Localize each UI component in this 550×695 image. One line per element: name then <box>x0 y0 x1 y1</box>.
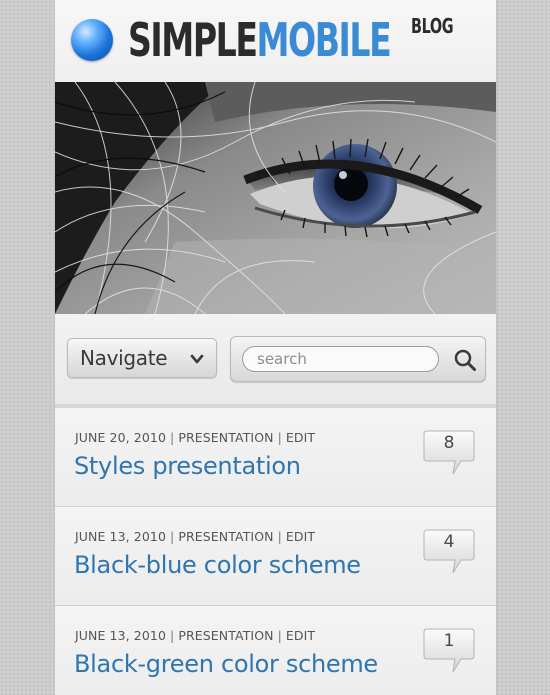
site-header: SIMPLEMOBILE BLOG <box>55 0 496 82</box>
post-list: JUNE 20, 2010 | PRESENTATION | EDIT Styles p… <box>55 408 496 695</box>
meta-separator: | <box>170 430 175 445</box>
comment-count-badge[interactable]: 4 <box>423 529 475 577</box>
navigate-dropdown[interactable]: Navigate <box>67 338 217 378</box>
meta-separator: | <box>277 529 282 544</box>
post-edit-link[interactable]: EDIT <box>286 529 315 544</box>
post-meta: JUNE 20, 2010 | PRESENTATION | EDIT <box>75 430 315 445</box>
post-category-link[interactable]: PRESENTATION <box>178 430 273 445</box>
comment-count: 4 <box>443 532 455 552</box>
post-title-link[interactable]: Black-green color scheme <box>74 650 378 678</box>
post-category-link[interactable]: PRESENTATION <box>178 529 273 544</box>
post-meta: JUNE 13, 2010 | PRESENTATION | EDIT <box>75 628 315 643</box>
comment-count: 1 <box>443 631 455 651</box>
post-edit-link[interactable]: EDIT <box>286 628 315 643</box>
post-item: JUNE 13, 2010 | PRESENTATION | EDIT Black-gr… <box>55 606 496 695</box>
post-edit-link[interactable]: EDIT <box>286 430 315 445</box>
site-logo[interactable]: SIMPLEMOBILE <box>128 13 392 67</box>
logo-mobile-text: MOBILE <box>256 13 391 67</box>
comment-count: 8 <box>443 433 455 453</box>
search-input[interactable] <box>242 346 439 372</box>
chevron-down-icon <box>190 354 204 364</box>
comment-count-badge[interactable]: 8 <box>423 430 475 478</box>
hero-image <box>55 82 496 314</box>
search-bar <box>230 336 486 382</box>
post-meta: JUNE 13, 2010 | PRESENTATION | EDIT <box>75 529 315 544</box>
meta-separator: | <box>170 628 175 643</box>
globe-icon[interactable] <box>71 19 113 61</box>
meta-separator: | <box>277 628 282 643</box>
navigate-label: Navigate <box>80 346 168 370</box>
post-title-link[interactable]: Black-blue color scheme <box>74 551 361 579</box>
comment-count-badge[interactable]: 1 <box>423 628 475 676</box>
post-category-link[interactable]: PRESENTATION <box>178 628 273 643</box>
logo-simple-text: SIMPLE <box>128 13 258 67</box>
search-icon[interactable] <box>453 348 477 372</box>
logo-blog-text: BLOG <box>411 14 454 38</box>
eye-photo <box>55 82 496 314</box>
post-item: JUNE 13, 2010 | PRESENTATION | EDIT Black-bl… <box>55 507 496 606</box>
post-title-link[interactable]: Styles presentation <box>74 452 301 480</box>
post-date: JUNE 13, 2010 <box>75 529 167 544</box>
meta-separator: | <box>277 430 282 445</box>
post-item: JUNE 20, 2010 | PRESENTATION | EDIT Styles p… <box>55 408 496 507</box>
meta-separator: | <box>170 529 175 544</box>
toolbar: Navigate <box>55 314 496 408</box>
page-container: SIMPLEMOBILE BLOG Navigate search JUNE 2… <box>55 0 496 695</box>
post-date: JUNE 20, 2010 <box>75 430 167 445</box>
post-date: JUNE 13, 2010 <box>75 628 167 643</box>
